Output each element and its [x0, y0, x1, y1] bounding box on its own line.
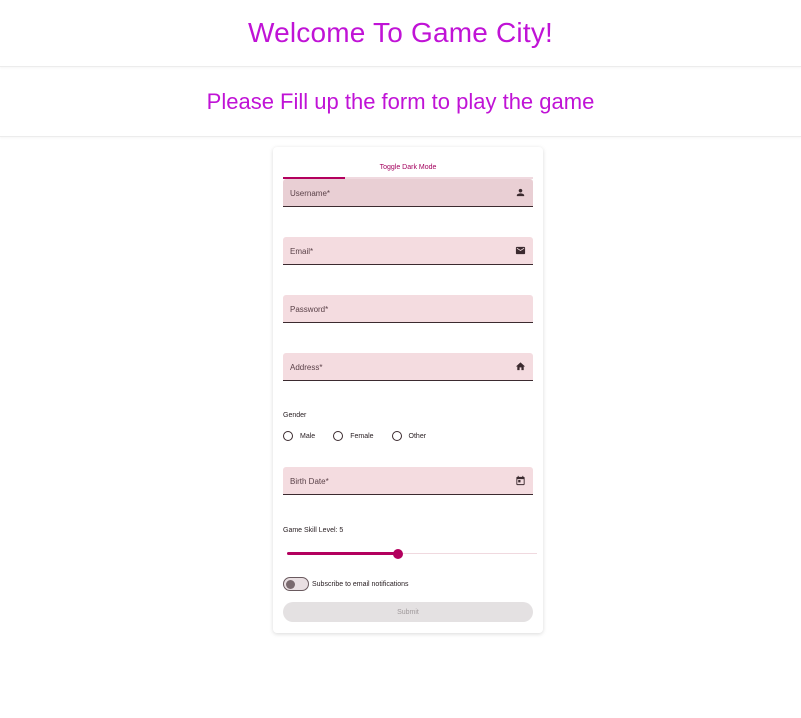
slider-fill [287, 552, 398, 555]
username-field[interactable]: Username* [283, 179, 533, 207]
gender-label: Gender [283, 412, 307, 419]
submit-button[interactable]: Submit [283, 602, 533, 622]
email-field[interactable]: Email* [283, 237, 533, 265]
slider-thumb[interactable] [393, 549, 403, 559]
radio-label-female: Female [350, 432, 374, 440]
page-title: Welcome To Game City! [247, 17, 554, 48]
gender-radio-group: Male Female Other [283, 431, 444, 441]
page-subtitle: Please Fill up the form to play the game [206, 88, 595, 114]
skill-level-slider[interactable] [287, 548, 537, 560]
calendar-icon[interactable] [515, 475, 526, 486]
mail-icon [515, 246, 526, 255]
person-icon [516, 188, 525, 197]
address-field[interactable]: Address* [283, 353, 533, 381]
header-banner: Welcome To Game City! [0, 0, 801, 67]
skill-level-label: Game Skill Level: 5 [283, 527, 344, 534]
radio-circle[interactable] [391, 431, 402, 441]
gender-radio-male[interactable]: Male [283, 431, 315, 441]
radio-label-male: Male [300, 432, 316, 440]
subscribe-label: Subscribe to email notifications [312, 580, 409, 588]
radio-circle[interactable] [333, 431, 344, 441]
password-field[interactable]: Password* [283, 295, 533, 323]
signup-form-card: Toggle Dark Mode Username* Email* Passwo… [273, 147, 543, 633]
home-icon [515, 362, 526, 371]
birth-date-label: Birth Date* [290, 477, 329, 486]
subscribe-switch[interactable] [283, 577, 309, 591]
subscribe-row: Subscribe to email notifications [283, 577, 409, 591]
switch-knob [286, 579, 295, 589]
subheader-banner: Please Fill up the form to play the game [0, 67, 801, 137]
address-label: Address* [290, 363, 323, 372]
tab-bar: Toggle Dark Mode [283, 157, 533, 179]
birth-date-field[interactable]: Birth Date* [283, 467, 533, 495]
gender-radio-female[interactable]: Female [333, 431, 374, 441]
email-label: Email* [290, 247, 314, 256]
radio-circle[interactable] [283, 431, 293, 441]
toggle-dark-mode-tab[interactable]: Toggle Dark Mode [283, 157, 533, 171]
gender-radio-other[interactable]: Other [391, 431, 427, 441]
password-label: Password* [290, 305, 329, 314]
radio-label-other: Other [408, 432, 427, 440]
username-label: Username* [290, 189, 331, 198]
